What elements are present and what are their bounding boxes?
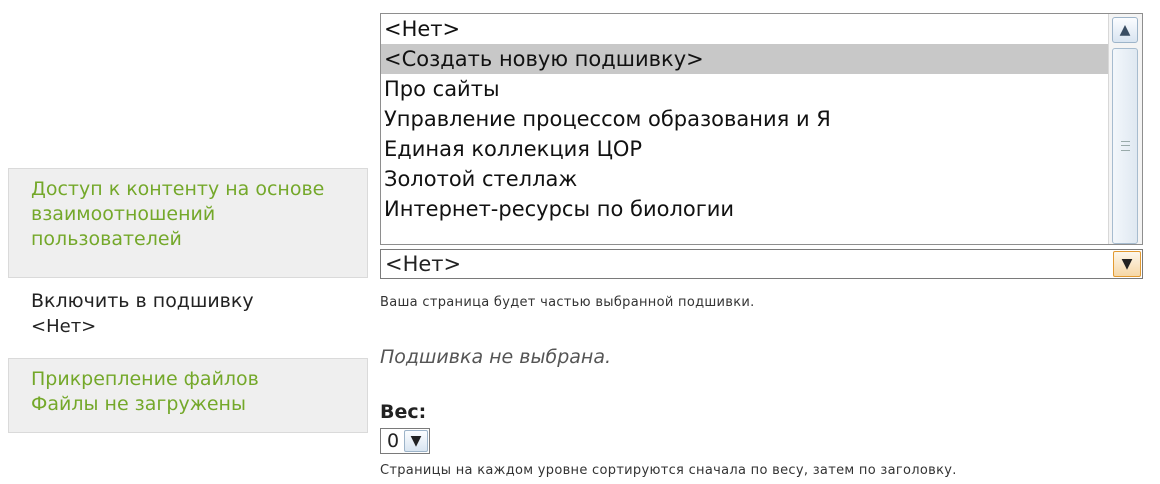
book-option[interactable]: Управление процессом образования и Я [381, 104, 1142, 134]
tab-book[interactable]: Включить в подшивку <Нет> [8, 278, 376, 358]
book-option[interactable]: <Нет> [381, 14, 1142, 44]
tab-label: Прикрепление файлов [31, 368, 259, 390]
weight-select[interactable]: 0 ▼ [380, 428, 430, 454]
chevron-down-icon[interactable]: ▼ [404, 430, 428, 452]
grip-icon [1121, 141, 1130, 151]
listbox-scrollbar[interactable]: ▲ [1108, 14, 1142, 244]
tab-summary: Файлы не загружены [31, 393, 246, 415]
weight-value: 0 [387, 430, 400, 452]
book-option-selected[interactable]: <Создать новую подшивку> [381, 44, 1142, 74]
no-book-text: Подшивка не выбрана. [380, 346, 612, 368]
book-select-value: <Нет> [385, 252, 462, 276]
book-option[interactable]: Интернет-ресурсы по биологии [381, 194, 1142, 224]
weight-description: Страницы на каждом уровне сортируются сн… [380, 463, 957, 478]
tab-file-attachments[interactable]: Прикрепление файлов Файлы не загружены [8, 358, 368, 433]
vertical-tabs: Доступ к контенту на основе взаимоотноше… [0, 168, 376, 433]
chevron-down-icon[interactable]: ▼ [1113, 251, 1141, 277]
weight-label: Вес: [380, 401, 427, 423]
tab-summary: <Нет> [31, 316, 97, 337]
scroll-up-icon[interactable]: ▲ [1112, 17, 1138, 43]
book-option[interactable]: Золотой стеллаж [381, 164, 1142, 194]
book-description: Ваша страница будет частью выбранной под… [380, 295, 755, 310]
book-listbox[interactable]: <Нет> <Создать новую подшивку> Про сайты… [380, 13, 1143, 245]
tab-label: Включить в подшивку [31, 290, 254, 312]
tab-content-access[interactable]: Доступ к контенту на основе взаимоотноше… [8, 168, 368, 278]
tab-label: Доступ к контенту на основе взаимоотноше… [31, 178, 325, 250]
book-select[interactable]: <Нет> ▼ [380, 249, 1143, 279]
book-option[interactable]: Про сайты [381, 74, 1142, 104]
scroll-thumb[interactable] [1112, 48, 1138, 244]
book-option[interactable]: Единая коллекция ЦОР [381, 134, 1142, 164]
